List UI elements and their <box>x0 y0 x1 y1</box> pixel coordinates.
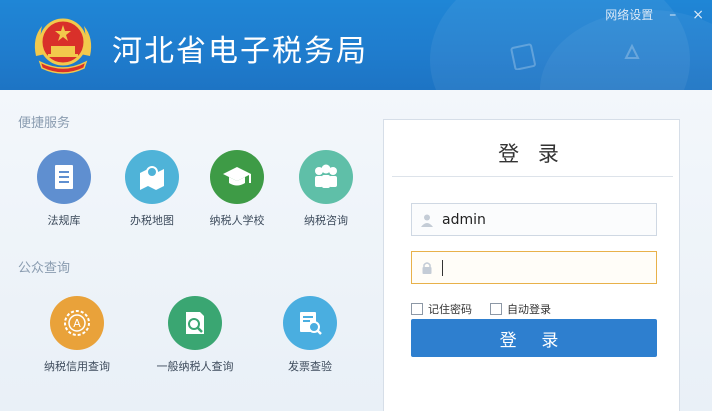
section-label-public-query: 公众查询 <box>18 261 71 276</box>
user-icon <box>412 213 442 227</box>
map-icon <box>125 150 179 204</box>
section-label-quick-services: 便捷服务 <box>18 116 71 131</box>
login-button[interactable]: 登 录 <box>411 319 657 357</box>
login-options: 记住密码 自动登录 <box>411 301 551 317</box>
service-credit-query[interactable]: A 纳税信用查询 <box>32 296 122 374</box>
people-icon <box>299 150 353 204</box>
username-field[interactable] <box>411 203 657 236</box>
document-icon <box>37 150 91 204</box>
service-tax-map[interactable]: 办税地图 <box>107 150 197 228</box>
login-panel: 登 录 记住密码 自动登录 登 录 <box>383 119 680 411</box>
lock-icon <box>412 261 442 275</box>
service-label: 一般纳税人查询 <box>156 360 234 373</box>
service-label: 法规库 <box>47 214 81 227</box>
national-emblem-icon <box>34 18 92 74</box>
service-label: 发票查验 <box>288 360 332 373</box>
svg-text:A: A <box>73 317 81 330</box>
search-document-icon <box>168 296 222 350</box>
password-field[interactable] <box>411 251 657 284</box>
login-title: 登 录 <box>498 142 565 166</box>
invoice-search-icon <box>283 296 337 350</box>
credit-badge-icon: A <box>50 296 104 350</box>
service-invoice-verify[interactable]: 发票查验 <box>265 296 355 374</box>
close-button[interactable]: × <box>692 7 704 23</box>
service-label: 办税地图 <box>130 214 174 227</box>
service-tax-consult[interactable]: 纳税咨询 <box>281 150 371 228</box>
service-label: 纳税人学校 <box>209 214 265 227</box>
service-taxpayer-school[interactable]: 纳税人学校 <box>192 150 282 228</box>
username-input[interactable] <box>442 211 642 228</box>
service-regulations[interactable]: 法规库 <box>19 150 109 228</box>
service-label: 纳税咨询 <box>304 214 348 227</box>
app-title: 河北省电子税务局 <box>112 34 368 69</box>
minimize-button[interactable]: – <box>669 7 676 23</box>
graduation-cap-icon <box>210 150 264 204</box>
login-divider <box>392 176 673 177</box>
pin-icon <box>624 43 640 59</box>
window-controls: 网络设置 – × <box>605 6 704 23</box>
checkbox-box[interactable] <box>411 303 423 315</box>
auto-login-label: 自动登录 <box>507 303 551 316</box>
network-settings-link[interactable]: 网络设置 <box>605 6 653 23</box>
password-input[interactable] <box>442 259 642 276</box>
remember-password-checkbox[interactable]: 记住密码 <box>411 301 472 317</box>
checkbox-box[interactable] <box>490 303 502 315</box>
service-general-taxpayer-query[interactable]: 一般纳税人查询 <box>150 296 240 374</box>
service-label: 纳税信用查询 <box>44 360 110 373</box>
auto-login-checkbox[interactable]: 自动登录 <box>490 301 551 317</box>
header-banner: 河北省电子税务局 网络设置 – × <box>0 0 712 90</box>
clipboard-icon <box>510 43 536 70</box>
remember-password-label: 记住密码 <box>428 303 472 316</box>
